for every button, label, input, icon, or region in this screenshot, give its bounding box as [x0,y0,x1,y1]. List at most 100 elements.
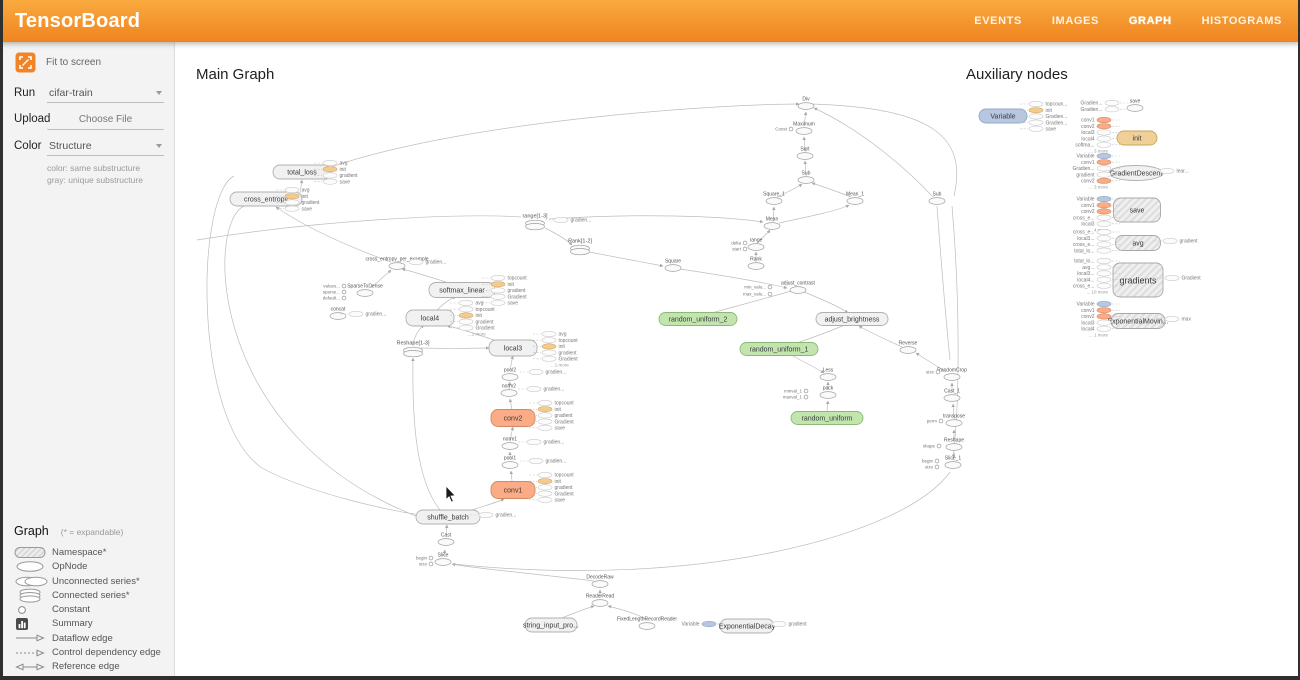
run-select[interactable]: cifar-train [47,85,164,103]
annotation-chip[interactable]: Gradien... [1081,100,1128,106]
annotation-chip[interactable]: save [276,206,312,212]
graph-const-default-[interactable]: default... [323,296,346,301]
graph-series-reshape-1-3-[interactable]: Reshape[1-3] [396,341,429,357]
fit-to-screen-button[interactable] [15,52,36,73]
graph-node-conv2[interactable]: conv2 [491,410,535,427]
annotation-chip[interactable]: save [529,497,565,503]
graph-op-readerread[interactable]: ReaderRead [586,594,615,607]
tab-histograms[interactable]: HISTOGRAMS [1202,15,1282,27]
graph-node-gradientdescent[interactable]: GradientDescent [1109,166,1163,181]
graph-op-norm2[interactable]: norm2 [501,384,517,397]
graph-op-concat[interactable]: concat [330,307,346,320]
graph-op-reshape[interactable]: Reshape [944,438,964,451]
annotation-chip[interactable]: init [533,344,566,350]
annotation-chip[interactable]: gradient [529,485,573,491]
annotation-chip[interactable]: Gradien... [1020,120,1067,126]
graph-op-square-1[interactable]: Square_1 [763,192,785,205]
annotation-chip[interactable]: topcount [482,275,527,281]
graph-op-norm1[interactable]: norm1 [502,437,518,450]
graph-series-rank-1-2-[interactable]: Rank[1-2] [568,239,592,255]
annotation-chip[interactable]: gradien... [520,369,566,375]
graph-node-exponentialmovin-[interactable]: ExponentialMovin... [1107,314,1168,329]
graph-const-size[interactable]: size [925,465,939,470]
annotation-chip[interactable]: topcount [450,307,495,313]
graph-op-decoderaw[interactable]: DecodeRaw [586,575,614,588]
tab-images[interactable]: IMAGES [1052,15,1099,27]
graph-op-less[interactable]: Less [820,368,836,381]
graph-op-mean-1[interactable]: Mean_1 [846,192,864,205]
tab-graph[interactable]: GRAPH [1129,15,1172,27]
annotation-chip[interactable]: conv1 [1081,308,1120,314]
annotation-chip[interactable]: cross_e... [1073,215,1120,221]
graph-node-adjust-brightness[interactable]: adjust_brightness [816,313,888,326]
graph-node-total-loss[interactable]: total_loss [273,165,331,179]
annotation-chip[interactable]: topcoun... [1020,101,1067,107]
graph-op-range[interactable]: range [748,238,764,251]
annotation-chip[interactable]: save [1020,126,1056,132]
graph-node-local3[interactable]: local3 [489,340,537,356]
graph-node-random-uniform[interactable]: random_uniform [791,412,863,425]
graph-op-cast[interactable]: Cast [438,533,454,546]
graph-const-min-valu-[interactable]: min_valu... [744,285,772,290]
graph-op-sqrt[interactable]: Sqrt [797,147,813,160]
annotation-chip[interactable]: Variable [1077,153,1120,159]
annotation-chip[interactable]: Gradient [529,419,574,425]
graph-const-begin[interactable]: begin [922,459,939,464]
annotation-chip[interactable]: conv1 [1081,117,1120,123]
graph-const-shape[interactable]: shape [923,444,941,449]
graph-const-begin[interactable]: begin [416,556,433,561]
graph-op-slice[interactable]: Slice [435,553,451,566]
graph-node-conv1[interactable]: conv1 [491,482,535,499]
graph-node-exponentialdecay[interactable]: ExponentialDecay [719,619,776,633]
graph-op-sparsetodense[interactable]: SparseToDense [347,284,383,297]
annotation-chip[interactable]: conv1 [1081,160,1120,166]
graph-op-save[interactable]: save [1127,99,1143,112]
graph-op-pool2[interactable]: pool2 [502,368,518,381]
graph-op-adjust-contrast[interactable]: adjust_contrast [781,281,816,294]
annotation-chip[interactable]: conv2 [1081,124,1120,130]
annotation-chip[interactable]: avg [450,300,484,306]
annotation-chip[interactable]: gradien... [518,439,564,445]
annotation-chip[interactable]: gradient [450,319,494,325]
graph-op-slice-1[interactable]: Slice_1 [945,456,962,469]
annotation-chip[interactable]: Gradien... [1081,107,1128,113]
graph-op-randomcrop[interactable]: RandomCrop [937,368,967,381]
graph-const-size[interactable]: size [926,370,940,375]
graph-const-const[interactable]: Const [775,127,793,132]
annotation-chip[interactable]: save [314,179,350,185]
graph-node-string-input-pro-[interactable]: string_input_pro... [523,618,579,632]
graph-const-max-valu-[interactable]: max_valu... [743,292,772,297]
graph-op-div[interactable]: Div [798,97,814,110]
graph-op-mean[interactable]: Mean [764,217,780,230]
graph-node-local4[interactable]: local4 [406,310,454,326]
graph-op-maximum[interactable]: Maximum [793,122,815,135]
annotation-chip[interactable]: topcount [529,472,574,478]
graph-op-fixedlengthrecordreader[interactable]: FixedLengthRecordReader [617,617,677,630]
graph-op-square[interactable]: Square [665,259,681,272]
annotation-chip[interactable]: init [450,313,483,319]
annotation-chip[interactable]: gradien... [520,458,566,464]
graph-const-perm[interactable]: perm [927,419,943,424]
annotation-chip[interactable]: total_lo... [1074,258,1120,264]
graph-op-rank[interactable]: Rank [748,257,764,270]
graph-const-start[interactable]: start [732,247,747,252]
annotation-chip[interactable]: Gradient [529,491,574,497]
choose-file-button[interactable]: Choose File [47,111,164,130]
graph-node-random-uniform-2[interactable]: random_uniform_2 [659,313,737,326]
annotation-chip[interactable]: total_lo... [1074,248,1120,254]
annotation-chip[interactable]: local3... [1077,236,1120,242]
annotation-chip[interactable]: Variable [1077,301,1120,307]
annotation-chip[interactable]: gradient [529,413,573,419]
graph-series-range-1-3-[interactable]: range[1-3] [522,214,548,230]
graph-node-softmax-linear[interactable]: softmax_linear [429,283,495,298]
graph-const-sparse-[interactable]: sparse... [323,290,346,295]
annotation-chip[interactable]: gradien... [545,217,591,223]
tab-events[interactable]: EVENTS [974,15,1022,27]
graph-node-variable[interactable]: Variable [979,109,1027,123]
graph-op-sub[interactable]: Sub [798,171,814,184]
annotation-chip[interactable]: avg [533,331,567,337]
annotation-chip[interactable]: gradient [533,350,577,356]
graph-const-minval-1[interactable]: minval_1 [784,389,808,394]
graph-canvas[interactable]: total_losscross_entropysoftmax_linearloc… [176,42,1300,680]
annotation-chip[interactable]: Variable [1077,196,1120,202]
